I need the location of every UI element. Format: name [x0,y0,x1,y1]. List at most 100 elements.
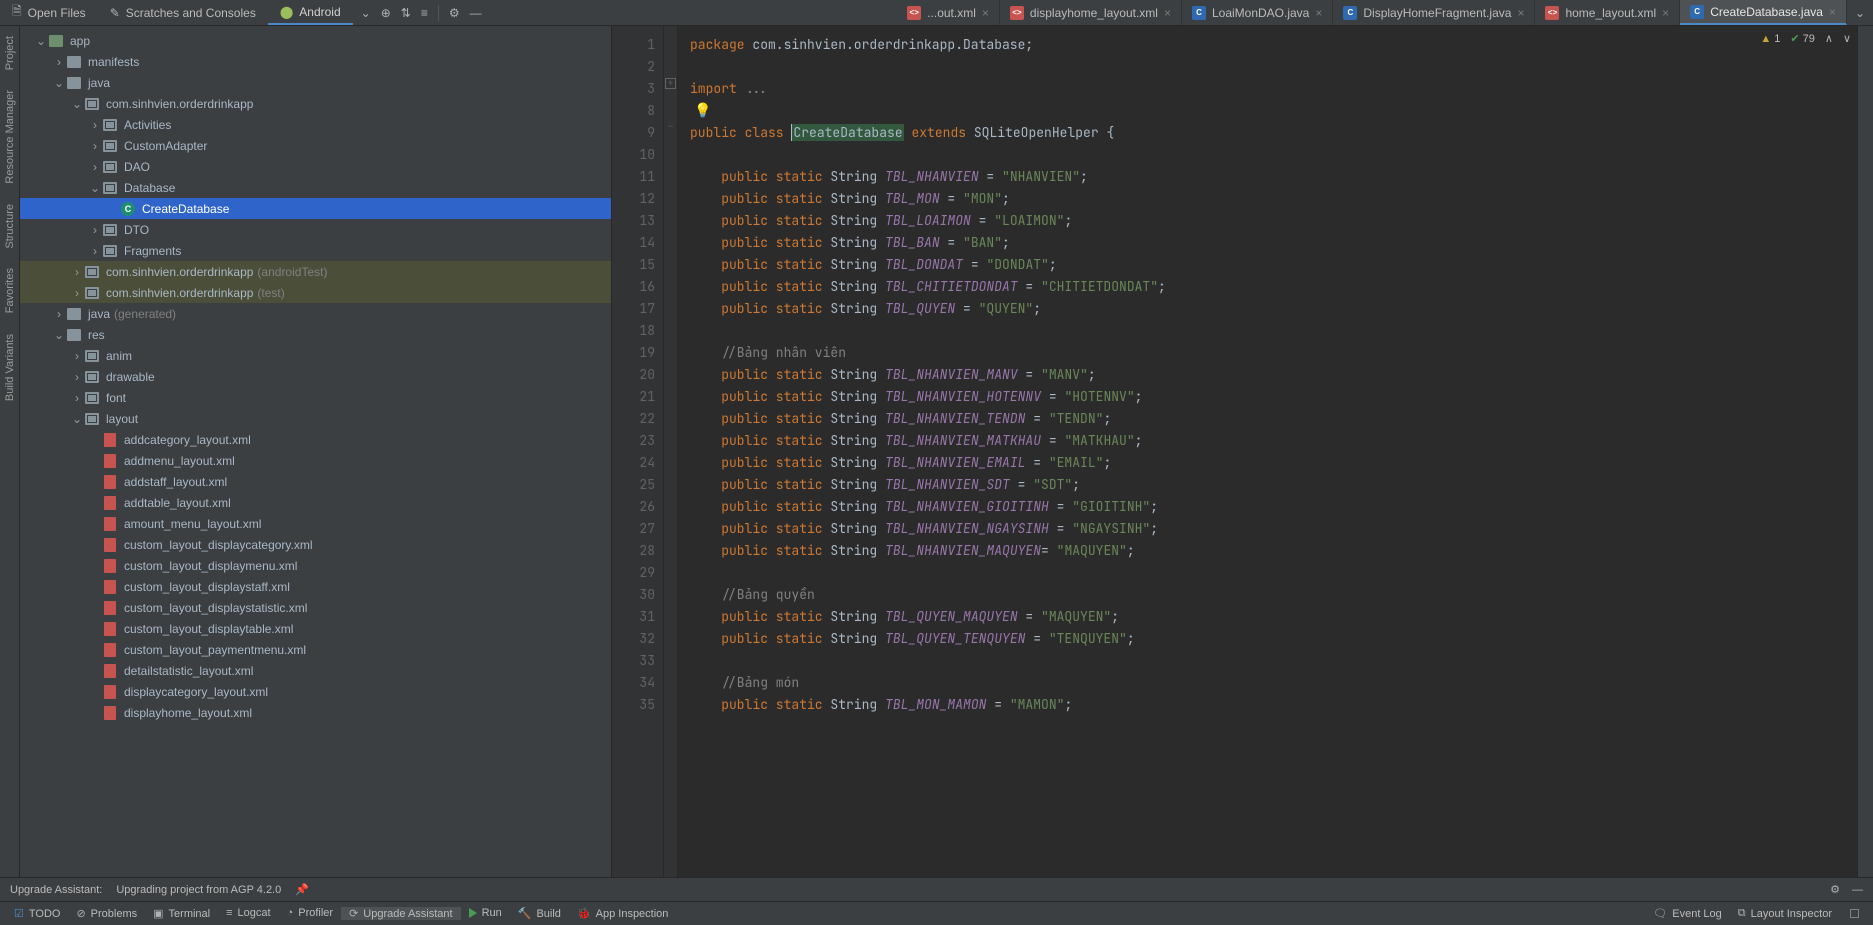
tree-node[interactable]: ›font [20,387,611,408]
editor-tab[interactable]: <>...out.xml× [897,0,1000,25]
bottom-tool-button[interactable]: ◔Profiler [279,907,342,919]
fold-toggle-icon[interactable]: − [665,122,676,133]
tree-node[interactable]: custom_layout_displaystaff.xml [20,576,611,597]
expand-arrow-icon[interactable] [88,664,102,678]
tree-node[interactable]: ›com.sinhvien.orderdrinkapp(androidTest) [20,261,611,282]
editor-tab[interactable]: <>displayhome_layout.xml× [1000,0,1182,25]
expand-arrow-icon[interactable] [88,580,102,594]
tree-node[interactable]: ›Activities [20,114,611,135]
tree-node[interactable]: ›DTO [20,219,611,240]
side-tool-button[interactable]: Build Variants [4,324,16,411]
tree-node[interactable]: ›DAO [20,156,611,177]
expand-arrow-icon[interactable]: ⌄ [34,34,48,48]
expand-arrow-icon[interactable] [88,517,102,531]
filter-icon[interactable]: ≡ [421,6,428,20]
expand-arrow-icon[interactable] [88,475,102,489]
status-indicator-icon[interactable] [1850,909,1859,918]
project-mode-tab[interactable]: 🗎Open Files [0,0,98,25]
gear-icon[interactable]: ⚙ [449,6,460,20]
tree-node[interactable]: amount_menu_layout.xml [20,513,611,534]
chevron-down-icon[interactable]: ⌄ [1855,6,1865,20]
bottom-tool-button[interactable]: ≡Logcat [218,907,278,919]
gear-icon[interactable]: ⚙ [1830,883,1840,896]
close-icon[interactable]: × [1662,6,1669,20]
expand-arrow-icon[interactable] [88,454,102,468]
tree-node[interactable]: ⌄com.sinhvien.orderdrinkapp [20,93,611,114]
expand-arrow-icon[interactable]: › [70,370,84,384]
expand-arrow-icon[interactable] [88,559,102,573]
tree-node[interactable]: detailstatistic_layout.xml [20,660,611,681]
tree-node[interactable]: custom_layout_displaymenu.xml [20,555,611,576]
bottom-tool-button[interactable]: 🗨Event Log [1645,907,1730,920]
tree-node[interactable]: addmenu_layout.xml [20,450,611,471]
tree-node[interactable]: ⌄res [20,324,611,345]
tree-node[interactable]: addcategory_layout.xml [20,429,611,450]
expand-arrow-icon[interactable] [88,538,102,552]
tree-node[interactable]: ›java(generated) [20,303,611,324]
pin-icon[interactable]: 📌 [295,883,309,896]
tree-node[interactable]: ›CustomAdapter [20,135,611,156]
tree-node[interactable]: ⌄java [20,72,611,93]
tree-node[interactable]: ›drawable [20,366,611,387]
expand-arrow-icon[interactable]: › [70,286,84,300]
next-highlight-icon[interactable]: ∨ [1843,32,1851,45]
expand-arrow-icon[interactable] [88,496,102,510]
tree-node[interactable]: custom_layout_paymentmenu.xml [20,639,611,660]
expand-arrow-icon[interactable]: › [88,139,102,153]
fold-gutter[interactable]: + − [664,26,678,877]
tree-node[interactable]: custom_layout_displaystatistic.xml [20,597,611,618]
warnings-count[interactable]: 1 [1760,33,1780,45]
collapse-icon[interactable]: — [1852,884,1863,896]
chevron-down-icon[interactable]: ⌄ [361,6,371,20]
close-icon[interactable]: × [1829,5,1836,19]
side-tool-button[interactable]: Project [4,26,16,80]
expand-arrow-icon[interactable]: › [70,391,84,405]
target-icon[interactable]: ⊕ [381,6,391,20]
tree-node[interactable]: ⌄layout [20,408,611,429]
editor-content[interactable]: package com.sinhvien.orderdrinkapp.Datab… [678,26,1857,877]
editor-tab[interactable]: <>home_layout.xml× [1535,0,1680,25]
tree-node[interactable]: ›anim [20,345,611,366]
editor-tab[interactable]: CCreateDatabase.java× [1680,0,1847,25]
tree-node[interactable]: custom_layout_displaytable.xml [20,618,611,639]
expand-arrow-icon[interactable]: ⌄ [52,76,66,90]
bottom-tool-button[interactable]: ⊘Problems [68,907,145,920]
expand-arrow-icon[interactable]: › [88,118,102,132]
bottom-tool-button[interactable]: 🔨Build [510,907,569,920]
collapse-icon[interactable]: — [470,6,482,20]
tree-node[interactable]: addstaff_layout.xml [20,471,611,492]
close-icon[interactable]: × [1517,6,1524,20]
tree-node[interactable]: displaycategory_layout.xml [20,681,611,702]
editor-tab[interactable]: CDisplayHomeFragment.java× [1333,0,1535,25]
fold-toggle-icon[interactable]: + [665,78,676,89]
expand-arrow-icon[interactable]: › [70,265,84,279]
editor-tab[interactable]: CLoaiMonDAO.java× [1182,0,1333,25]
side-tool-button[interactable]: Resource Manager [4,80,16,194]
bottom-tool-button[interactable]: Run [461,907,510,919]
expand-arrow-icon[interactable]: › [88,244,102,258]
bottom-tool-button[interactable]: ⧉Layout Inspector [1730,907,1840,920]
intention-bulb-icon[interactable]: 💡 [694,102,711,120]
tree-node[interactable]: ›com.sinhvien.orderdrinkapp(test) [20,282,611,303]
expand-arrow-icon[interactable]: ⌄ [70,412,84,426]
tree-node[interactable]: ⌄app [20,30,611,51]
expand-arrow-icon[interactable] [106,202,120,216]
tree-node[interactable]: custom_layout_displaycategory.xml [20,534,611,555]
sort-icon[interactable]: ⇅ [401,6,411,20]
expand-arrow-icon[interactable]: › [52,307,66,321]
project-tree[interactable]: ⌄app›manifests⌄java⌄com.sinhvien.orderdr… [20,26,611,877]
code-editor[interactable]: 1238910111213141516171819202122232425262… [612,26,1873,877]
side-tool-button[interactable]: Favorites [4,258,16,323]
project-mode-tab[interactable]: ✎Scratches and Consoles [98,0,268,25]
expand-arrow-icon[interactable]: ⌄ [70,97,84,111]
expand-arrow-icon[interactable]: ⌄ [88,181,102,195]
close-icon[interactable]: × [1164,6,1171,20]
expand-arrow-icon[interactable]: › [70,349,84,363]
tree-node[interactable]: ⌄Database [20,177,611,198]
expand-arrow-icon[interactable]: ⌄ [52,328,66,342]
expand-arrow-icon[interactable] [88,706,102,720]
expand-arrow-icon[interactable] [88,601,102,615]
editor-marker-bar[interactable] [1857,26,1873,877]
bottom-tool-button[interactable]: ⟳Upgrade Assistant [341,907,461,920]
tree-node[interactable]: displayhome_layout.xml [20,702,611,723]
